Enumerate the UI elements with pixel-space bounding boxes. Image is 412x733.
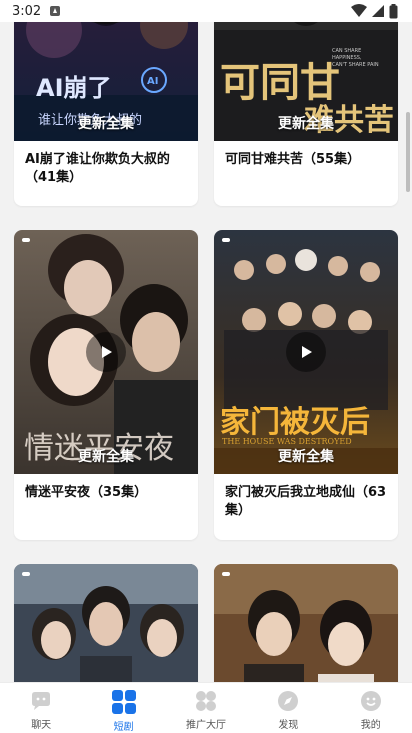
indicator-dot (22, 572, 30, 576)
poster-image (214, 564, 398, 682)
profile-icon (360, 691, 381, 711)
drama-card[interactable]: 家门被灭后 THE HOUSE WAS DESTROYED 更新全集 家门被灭后… (214, 230, 398, 540)
play-icon (102, 346, 112, 358)
update-badge: 更新全集 (278, 116, 334, 132)
drama-thumbnail[interactable]: 情迷平安夜 更新全集 (14, 230, 198, 474)
svg-text:HAPPINESS,: HAPPINESS, (332, 55, 362, 61)
chat-icon (32, 692, 51, 710)
status-time: 3:02 (12, 3, 42, 19)
tab-chat[interactable]: 聊天 (0, 683, 82, 731)
indicator-dot (22, 238, 30, 242)
poster-image (14, 564, 198, 682)
drama-title[interactable]: 情迷平安夜（35集） (14, 474, 198, 502)
drama-title[interactable]: 可同甘难共苦（55集） (214, 141, 398, 169)
tab-short-drama[interactable]: 短剧 (83, 683, 165, 733)
tab-discover[interactable]: 发现 (247, 683, 329, 731)
svg-text:家门被灭后: 家门被灭后 (220, 405, 370, 440)
play-button[interactable] (286, 332, 326, 372)
bottom-tab-bar: 聊天 短剧 推广大厅 发现 我的 (0, 682, 412, 733)
svg-text:AI: AI (147, 76, 158, 87)
drama-card[interactable]: 可同甘 CAN SHARE HAPPINESS, CAN'T SHARE PAI… (214, 0, 398, 206)
indicator-dot (222, 572, 230, 576)
drama-card[interactable] (14, 564, 198, 682)
tab-promotion-hall[interactable]: 推广大厅 (165, 683, 247, 731)
tab-label: 短剧 (113, 722, 134, 733)
play-button[interactable] (86, 332, 126, 372)
svg-text:CAN SHARE: CAN SHARE (332, 48, 361, 54)
drama-title[interactable]: 家门被灭后我立地成仙（63集） (214, 474, 398, 520)
svg-text:CAN'T SHARE PAIN: CAN'T SHARE PAIN (332, 62, 379, 68)
promotion-hall-icon (195, 691, 216, 711)
status-bar: 3:02 (0, 0, 412, 22)
drama-card[interactable] (214, 564, 398, 682)
drama-title[interactable]: AI崩了谁让你欺负大叔的（41集） (14, 141, 198, 187)
drama-thumbnail[interactable] (14, 564, 198, 682)
drama-card[interactable]: AI崩了 AI 谁让你欺负大叔的 更新全集 AI崩了谁让你欺负大叔的（41集） (14, 0, 198, 206)
wifi-icon (351, 4, 367, 17)
tab-label: 聊天 (31, 720, 52, 731)
battery-icon (389, 3, 398, 18)
drama-card[interactable]: 情迷平安夜 更新全集 情迷平安夜（35集） (14, 230, 198, 540)
indicator-dot (222, 238, 230, 242)
drama-thumbnail[interactable] (214, 564, 398, 682)
drama-thumbnail[interactable]: 家门被灭后 THE HOUSE WAS DESTROYED 更新全集 (214, 230, 398, 474)
discover-compass-icon (278, 691, 299, 711)
cell-signal-icon (372, 5, 384, 17)
tab-profile[interactable]: 我的 (330, 683, 412, 731)
short-drama-grid-icon (111, 690, 136, 714)
scrollbar-thumb[interactable] (406, 112, 410, 192)
svg-text:THE HOUSE WAS DESTROYED: THE HOUSE WAS DESTROYED (222, 437, 352, 446)
svg-text:AI崩了: AI崩了 (36, 74, 112, 102)
tab-label: 我的 (360, 720, 381, 731)
tab-label: 推广大厅 (185, 720, 226, 731)
update-badge: 更新全集 (278, 449, 334, 465)
app-notification-icon (50, 6, 61, 16)
update-badge: 更新全集 (78, 449, 134, 465)
svg-text:可同甘: 可同甘 (220, 59, 340, 106)
play-icon (302, 346, 312, 358)
drama-feed[interactable]: AI崩了 AI 谁让你欺负大叔的 更新全集 AI崩了谁让你欺负大叔的（41集） … (0, 0, 412, 682)
tab-label: 发现 (278, 720, 299, 731)
update-badge: 更新全集 (78, 116, 134, 132)
